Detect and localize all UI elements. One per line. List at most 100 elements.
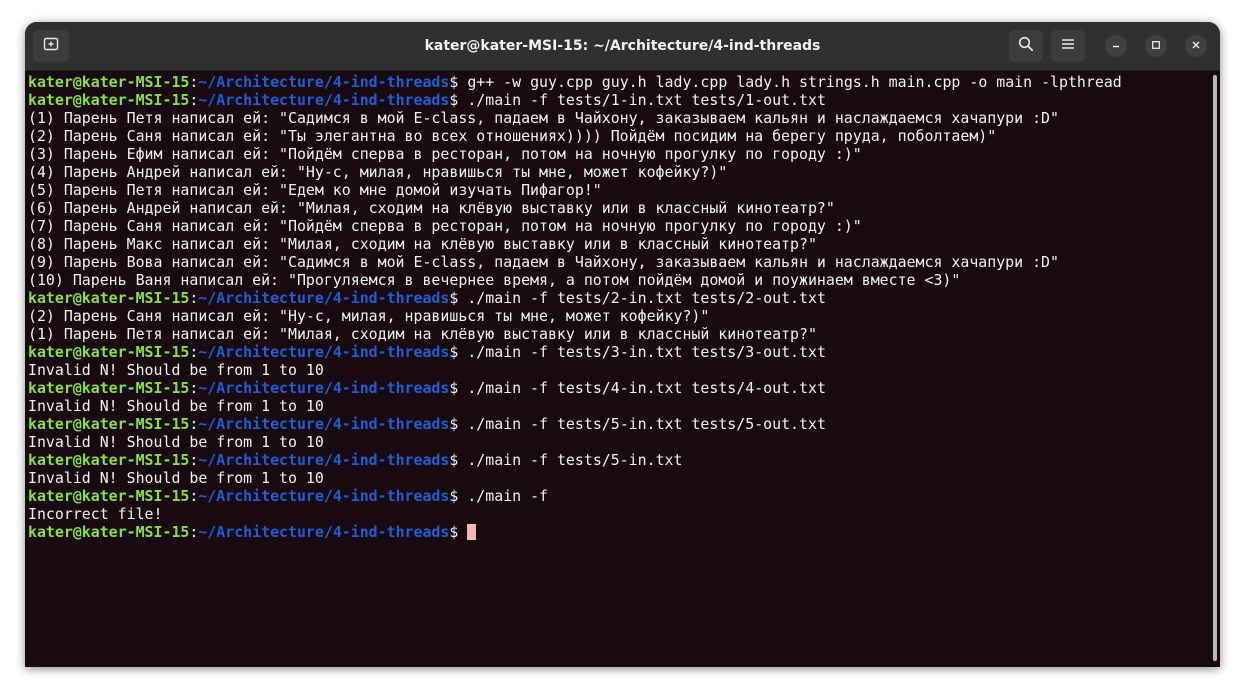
command-text: ./main -f xyxy=(467,487,548,505)
prompt-symbol: $ xyxy=(449,289,468,307)
output-line: (5) Парень Петя написал ей: "Едем ко мне… xyxy=(28,181,1122,199)
output-text: (4) Парень Андрей написал ей: "Ну-с, мил… xyxy=(28,163,728,181)
output-text: Invalid N! Should be from 1 to 10 xyxy=(28,361,324,379)
prompt-separator: : xyxy=(189,289,199,307)
hamburger-menu-icon xyxy=(1061,37,1075,55)
window-title: kater@kater-MSI-15: ~/Architecture/4-ind… xyxy=(424,38,821,54)
output-text: (2) Парень Саня написал ей: "Ты элегантн… xyxy=(28,127,997,145)
prompt-separator: : xyxy=(189,415,199,433)
command-text: ./main -f tests/3-in.txt tests/3-out.txt xyxy=(467,343,826,361)
prompt-user-host: kater@kater-MSI-15 xyxy=(28,451,190,469)
prompt-line: kater@kater-MSI-15:~/Architecture/4-ind-… xyxy=(28,379,1122,397)
prompt-line: kater@kater-MSI-15:~/Architecture/4-ind-… xyxy=(28,343,1122,361)
output-text: (8) Парень Макс написал ей: "Милая, сход… xyxy=(28,235,817,253)
output-line: (1) Парень Петя написал ей: "Садимся в м… xyxy=(28,109,1122,127)
output-text: (2) Парень Саня написал ей: "Ну-с, милая… xyxy=(28,307,710,325)
prompt-path: ~/Architecture/4-ind-threads xyxy=(198,523,450,541)
prompt-path: ~/Architecture/4-ind-threads xyxy=(198,343,450,361)
output-text: (6) Парень Андрей написал ей: "Милая, сх… xyxy=(28,199,835,217)
maximize-button[interactable] xyxy=(1145,35,1167,57)
output-text: (1) Парень Петя написал ей: "Милая, сход… xyxy=(28,325,817,343)
output-text: Invalid N! Should be from 1 to 10 xyxy=(28,433,324,451)
prompt-path: ~/Architecture/4-ind-threads xyxy=(198,451,450,469)
prompt-line: kater@kater-MSI-15:~/Architecture/4-ind-… xyxy=(28,487,1122,505)
prompt-line: kater@kater-MSI-15:~/Architecture/4-ind-… xyxy=(28,415,1122,433)
output-text: Invalid N! Should be from 1 to 10 xyxy=(28,469,324,487)
title-bar[interactable]: kater@kater-MSI-15: ~/Architecture/4-ind… xyxy=(25,22,1220,71)
output-line: (3) Парень Ефим написал ей: "Пойдём спер… xyxy=(28,145,1122,163)
command-text: ./main -f tests/1-in.txt tests/1-out.txt xyxy=(467,91,826,109)
command-text: g++ -w guy.cpp guy.h lady.cpp lady.h str… xyxy=(467,73,1122,91)
prompt-separator: : xyxy=(189,451,199,469)
close-button[interactable] xyxy=(1185,35,1207,57)
command-text: ./main -f tests/5-in.txt xyxy=(467,451,683,469)
prompt-line: kater@kater-MSI-15:~/Architecture/4-ind-… xyxy=(28,73,1122,91)
minimize-icon xyxy=(1111,37,1121,55)
new-tab-button[interactable] xyxy=(33,30,69,62)
output-line: (8) Парень Макс написал ей: "Милая, сход… xyxy=(28,235,1122,253)
prompt-path: ~/Architecture/4-ind-threads xyxy=(198,379,450,397)
terminal-output-area[interactable]: kater@kater-MSI-15:~/Architecture/4-ind-… xyxy=(25,71,1210,667)
prompt-line: kater@kater-MSI-15:~/Architecture/4-ind-… xyxy=(28,289,1122,307)
command-text: ./main -f tests/4-in.txt tests/4-out.txt xyxy=(467,379,826,397)
prompt-path: ~/Architecture/4-ind-threads xyxy=(198,91,450,109)
prompt-symbol: $ xyxy=(449,343,468,361)
menu-button[interactable] xyxy=(1051,30,1085,62)
prompt-user-host: kater@kater-MSI-15 xyxy=(28,289,190,307)
prompt-separator: : xyxy=(189,91,199,109)
output-line: (10) Парень Ваня написал ей: "Прогуляемс… xyxy=(28,271,1122,289)
prompt-user-host: kater@kater-MSI-15 xyxy=(28,91,190,109)
terminal-window: kater@kater-MSI-15: ~/Architecture/4-ind… xyxy=(25,22,1220,667)
prompt-symbol: $ xyxy=(449,91,468,109)
output-text: Invalid N! Should be from 1 to 10 xyxy=(28,397,324,415)
text-cursor xyxy=(467,524,477,540)
search-icon xyxy=(1018,36,1034,57)
scrollbar[interactable] xyxy=(1210,71,1220,667)
prompt-line: kater@kater-MSI-15:~/Architecture/4-ind-… xyxy=(28,91,1122,109)
prompt-symbol: $ xyxy=(449,487,468,505)
prompt-separator: : xyxy=(189,379,199,397)
prompt-symbol: $ xyxy=(449,523,468,541)
prompt-path: ~/Architecture/4-ind-threads xyxy=(198,487,450,505)
output-line: Invalid N! Should be from 1 to 10 xyxy=(28,433,1122,451)
output-line: (2) Парень Саня написал ей: "Ну-с, милая… xyxy=(28,307,1122,325)
prompt-user-host: kater@kater-MSI-15 xyxy=(28,343,190,361)
minimize-button[interactable] xyxy=(1105,35,1127,57)
output-line: (2) Парень Саня написал ей: "Ты элегантн… xyxy=(28,127,1122,145)
output-text: (9) Парень Вова написал ей: "Садимся в м… xyxy=(28,253,1059,271)
prompt-path: ~/Architecture/4-ind-threads xyxy=(198,73,450,91)
command-text: ./main -f tests/5-in.txt tests/5-out.txt xyxy=(467,415,826,433)
prompt-separator: : xyxy=(189,343,199,361)
output-text: (1) Парень Петя написал ей: "Садимся в м… xyxy=(28,109,1059,127)
prompt-line: kater@kater-MSI-15:~/Architecture/4-ind-… xyxy=(28,523,1122,541)
new-tab-icon xyxy=(43,36,59,57)
output-text: (7) Парень Саня написал ей: "Пойдём спер… xyxy=(28,217,862,235)
prompt-user-host: kater@kater-MSI-15 xyxy=(28,73,190,91)
output-line: (7) Парень Саня написал ей: "Пойдём спер… xyxy=(28,217,1122,235)
output-line: (4) Парень Андрей написал ей: "Ну-с, мил… xyxy=(28,163,1122,181)
prompt-user-host: kater@kater-MSI-15 xyxy=(28,523,190,541)
output-text: (10) Парень Ваня написал ей: "Прогуляемс… xyxy=(28,271,961,289)
terminal-output: kater@kater-MSI-15:~/Architecture/4-ind-… xyxy=(28,73,1122,541)
output-line: (1) Парень Петя написал ей: "Милая, сход… xyxy=(28,325,1122,343)
output-line: Invalid N! Should be from 1 to 10 xyxy=(28,361,1122,379)
output-line: Invalid N! Should be from 1 to 10 xyxy=(28,469,1122,487)
prompt-symbol: $ xyxy=(449,379,468,397)
prompt-user-host: kater@kater-MSI-15 xyxy=(28,415,190,433)
output-line: Invalid N! Should be from 1 to 10 xyxy=(28,397,1122,415)
output-line: Incorrect file! xyxy=(28,505,1122,523)
prompt-separator: : xyxy=(189,73,199,91)
output-text: Incorrect file! xyxy=(28,505,163,523)
prompt-line: kater@kater-MSI-15:~/Architecture/4-ind-… xyxy=(28,451,1122,469)
prompt-user-host: kater@kater-MSI-15 xyxy=(28,487,190,505)
prompt-symbol: $ xyxy=(449,73,468,91)
maximize-icon xyxy=(1151,37,1161,55)
output-text: (5) Парень Петя написал ей: "Едем ко мне… xyxy=(28,181,602,199)
prompt-path: ~/Architecture/4-ind-threads xyxy=(198,415,450,433)
command-text: ./main -f tests/2-in.txt tests/2-out.txt xyxy=(467,289,826,307)
scrollbar-thumb[interactable] xyxy=(1213,75,1217,661)
output-line: (9) Парень Вова написал ей: "Садимся в м… xyxy=(28,253,1122,271)
search-button[interactable] xyxy=(1009,30,1043,62)
prompt-separator: : xyxy=(189,487,199,505)
prompt-user-host: kater@kater-MSI-15 xyxy=(28,379,190,397)
